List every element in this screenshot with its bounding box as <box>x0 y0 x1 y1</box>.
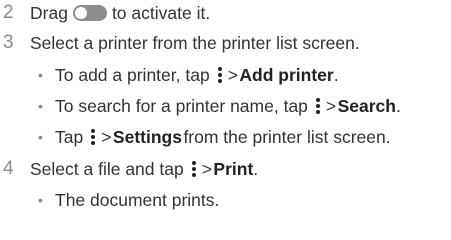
step-text: Drag <box>30 3 68 23</box>
step-text: Select a printer from the printer list s… <box>30 33 360 53</box>
toggle-switch-icon <box>72 5 107 21</box>
menu-option-label: Search <box>337 96 396 116</box>
bullet-text: . <box>333 65 339 85</box>
bullet-dot: • <box>38 98 43 114</box>
arrow-glyph: > <box>227 65 238 85</box>
bullet-text: from the printer list screen. <box>183 127 391 147</box>
more-options-icon <box>314 97 322 115</box>
menu-option-label: Add printer <box>239 65 334 85</box>
step-number: 2 <box>3 2 14 23</box>
arrow-glyph: > <box>325 96 337 116</box>
more-options-icon <box>190 160 198 178</box>
bullet-text: To search for a printer name, tap <box>55 96 308 116</box>
step-text: to activate it. <box>111 3 211 23</box>
arrow-glyph: > <box>201 159 212 179</box>
step-number: 4 <box>3 158 14 179</box>
menu-option-label: Settings <box>112 127 182 147</box>
bullet-text: . <box>395 96 401 116</box>
arrow-glyph: > <box>101 127 112 147</box>
bullet-dot: • <box>38 192 43 208</box>
bullet-text: The document prints. <box>55 190 220 210</box>
step-text: Select a file and tap <box>30 159 184 179</box>
step-text: . <box>253 159 259 179</box>
menu-option-label: Print <box>213 159 254 179</box>
bullet-text: Tap <box>55 127 84 147</box>
more-options-icon <box>89 128 97 146</box>
bullet-dot: • <box>38 67 43 83</box>
more-options-icon <box>216 66 224 84</box>
instruction-steps: 2 Drag to activate it. 3 Select a printer… <box>0 0 451 240</box>
bullet-text: To add a printer, tap <box>55 65 210 85</box>
step-number: 3 <box>3 32 14 53</box>
bullet-dot: • <box>38 129 43 145</box>
